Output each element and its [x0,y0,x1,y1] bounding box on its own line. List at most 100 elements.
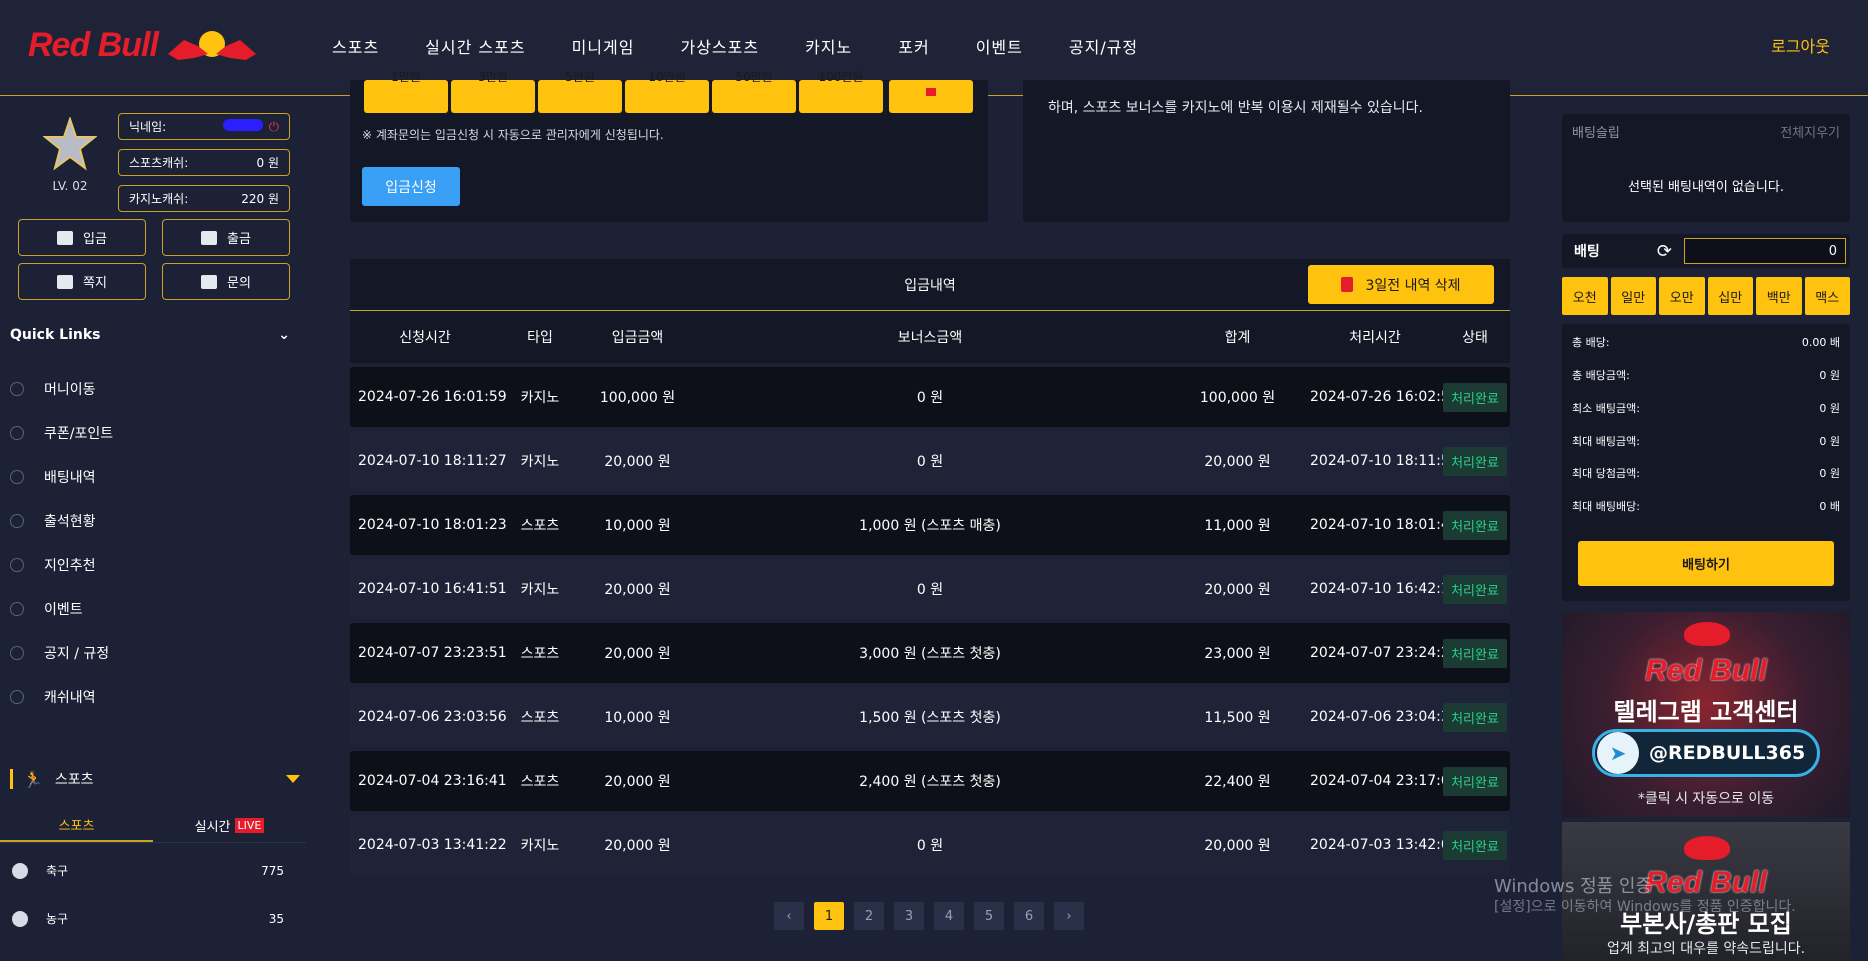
bet-slip-empty-message: 선택된 배팅내역이 없습니다. [1628,180,1784,195]
refresh-icon[interactable]: ⟳ [1657,241,1672,262]
sport-tabs: 스포츠 실시간 LIVE [0,809,306,843]
deposit-submit-button[interactable]: 입금신청 [362,167,460,206]
chip-5k[interactable]: 오천 [1562,277,1608,315]
nav-casino[interactable]: 카지노 [805,34,852,58]
sports-cash-label: 스포츠캐쉬: [129,156,189,170]
col-type: 타입 [527,330,553,346]
chip-1m[interactable]: 백만 [1756,277,1802,315]
clear-all-button[interactable]: 전체지우기 [1780,122,1840,141]
stat-label: 총 배당금액: [1572,369,1630,382]
status-badge: 처리완료 [1443,830,1507,860]
amount-button-500k[interactable]: 50만원 [712,70,796,113]
cell-total: 100,000 원 [1199,390,1276,406]
withdraw-side-button[interactable]: 출금 [162,219,290,256]
page-2-button[interactable]: 2 [854,902,884,930]
level-label: LV. 02 [52,179,88,193]
bet-slip-title: 배팅슬립 [1572,126,1620,141]
cell-processed-time: 2024-07-04 23:17:05 [1310,773,1459,789]
quick-links-header[interactable]: Quick Links ⌄ [10,327,290,343]
quick-link-label: 배팅내역 [44,470,96,486]
quick-link-notice[interactable]: 공지 / 규정 [10,631,113,675]
sport-row-basketball[interactable]: 농구 35 [12,910,284,927]
chip-max[interactable]: 맥스 [1804,277,1850,315]
chevron-down-icon: ⌄ [278,327,290,343]
nav-live-sports[interactable]: 실시간 스포츠 [425,34,525,58]
cell-processed-time: 2024-07-10 18:11:54 [1310,453,1459,469]
inquiry-side-label: 문의 [227,276,251,291]
quick-link-attendance[interactable]: 출석현황 [10,499,113,543]
cell-request-time: 2024-07-06 23:03:56 [358,709,507,725]
tab-sports[interactable]: 스포츠 [0,809,153,842]
cell-bonus-amount: 0 원 [916,454,944,470]
stat-label: 최대 배팅금액: [1572,435,1640,448]
level-star-icon [42,115,98,171]
stat-value: 0.00 배 [1801,336,1840,349]
nickname-redacted [222,118,263,131]
nav-sports[interactable]: 스포츠 [332,34,379,58]
amount-button-30k[interactable]: 3만원 [451,70,535,113]
place-bet-button[interactable]: 배팅하기 [1578,541,1834,586]
amount-button-50k[interactable]: 5만원 [538,70,622,113]
chip-10k[interactable]: 일만 [1610,277,1656,315]
nav-events[interactable]: 이벤트 [976,34,1023,58]
place-bet-label: 배팅하기 [1682,558,1730,573]
nav-poker[interactable]: 포커 [898,34,929,58]
cell-deposit-amount: 20,000 원 [604,454,671,470]
amount-label: 5만원 [565,70,595,84]
quick-link-referral[interactable]: 지인추천 [10,543,113,587]
page-1-button[interactable]: 1 [814,902,844,930]
coupon-icon [10,426,24,440]
banner-title: 텔레그램 고객센터 [1613,698,1799,726]
next-page-button[interactable]: › [1054,902,1084,930]
bet-slip-panel: 배팅슬립 전체지우기 선택된 배팅내역이 없습니다. [1562,114,1850,222]
chip-50k[interactable]: 오만 [1659,277,1705,315]
table-row: 2024-07-07 23:23:51 스포츠 20,000 원 3,000 원 (스… [350,623,1510,683]
sports-menu-header[interactable]: 🏃 스포츠 [10,769,300,789]
cash-icon [10,690,24,704]
quick-link-cash-history[interactable]: 캐쉬내역 [10,675,113,719]
bet-amount-input[interactable] [1684,238,1846,264]
cell-deposit-amount: 10,000 원 [604,518,671,534]
quick-link-events[interactable]: 이벤트 [10,587,113,631]
page-6-button[interactable]: 6 [1014,902,1044,930]
delete-old-history-button[interactable]: 3일전 내역 삭제 [1308,265,1494,304]
quick-link-bet-history[interactable]: 배팅내역 [10,455,113,499]
deposit-submit-label: 입금신청 [385,179,437,196]
amount-button-100k[interactable]: 10만원 [625,70,709,113]
transfer-icon [10,382,24,396]
bull-icon [1684,622,1730,646]
stat-label: 최대 배팅배당: [1572,500,1640,513]
reset-amount-button[interactable] [889,80,973,113]
col-total: 합계 [1224,330,1251,346]
chip-100k[interactable]: 십만 [1707,277,1753,315]
page-3-button[interactable]: 3 [894,902,924,930]
logo[interactable]: Red Bull [28,24,260,66]
sports-cash-value: 0 원 [256,156,280,170]
cell-status: 처리완료 [1440,574,1510,604]
quick-link-money-transfer[interactable]: 머니이동 [10,367,113,411]
quick-link-coupon[interactable]: 쿠폰/포인트 [10,411,113,455]
quick-link-label: 공지 / 규정 [44,646,110,662]
prev-page-button[interactable]: ‹ [774,902,804,930]
telegram-support-banner[interactable]: Red Bull 텔레그램 고객센터 ➤ @REDBULL365 *클릭 시 자… [1562,612,1850,817]
inquiry-side-button[interactable]: 문의 [162,263,290,300]
sport-row-soccer[interactable]: 축구 775 [12,862,284,879]
main-nav: 스포츠 실시간 스포츠 미니게임 가상스포츠 카지노 포커 이벤트 공지/규정 [332,34,1184,58]
page-4-button[interactable]: 4 [934,902,964,930]
deposit-side-button[interactable]: 입금 [18,219,146,256]
amount-button-1m[interactable]: 100만원 [799,70,883,113]
cell-status: 처리완료 [1440,510,1510,540]
pagination: ‹ 1 2 3 4 5 6 › [774,902,1084,930]
page-5-button[interactable]: 5 [974,902,1004,930]
nav-notice[interactable]: 공지/규정 [1069,34,1138,58]
nav-virtual-sports[interactable]: 가상스포츠 [680,34,759,58]
cell-deposit-amount: 100,000 원 [599,390,676,406]
nav-minigame[interactable]: 미니게임 [572,34,635,58]
power-icon[interactable]: ⏻ [269,120,279,135]
amount-button-10k[interactable]: 1만원 [364,70,448,113]
tab-live[interactable]: 실시간 LIVE [153,809,306,842]
message-side-button[interactable]: 쪽지 [18,263,146,300]
logout-link[interactable]: 로그아웃 [1771,33,1830,57]
stat-value: 0 원 [1819,402,1840,415]
banner-subtitle: 업계 최고의 대우를 약속드립니다. [1606,941,1806,957]
